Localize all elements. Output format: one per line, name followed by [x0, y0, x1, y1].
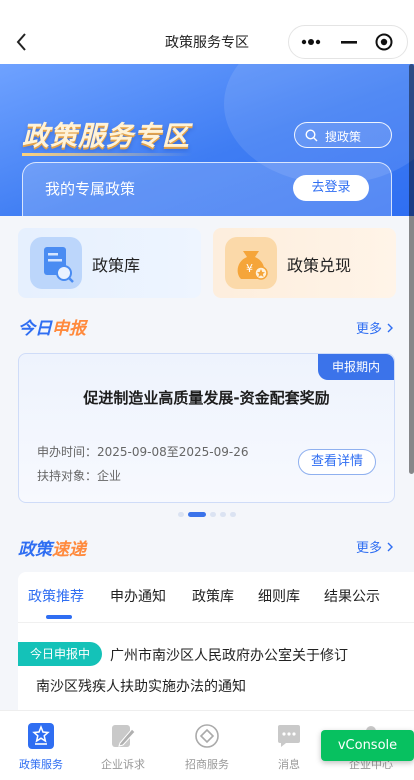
- today-apply-more-label: 更多: [355, 322, 382, 337]
- mini-program-capsule: [288, 25, 408, 59]
- today-apply-title: 今日申报: [18, 314, 86, 339]
- apply-card[interactable]: 申报期内 促进制造业高质量发展-资金配套奖励 申办时间：2025-09-08至2…: [18, 353, 395, 503]
- policy-express-more-label: 更多: [355, 541, 382, 556]
- page: 政策服务专区 政策服务专区 搜政策 我的专属政策 去登录 政策库 ¥ 政策兑现 …: [0, 0, 414, 780]
- carousel-dot[interactable]: [178, 512, 184, 517]
- policy-tab-panel: 政策推荐 申办通知 政策库 细则库 结果公示 今日申报中 广州市南沙区人民政府办…: [18, 572, 414, 712]
- chevron-right-icon: [387, 542, 393, 552]
- policy-redeem-card[interactable]: ¥ 政策兑现: [213, 228, 396, 298]
- tabbar-item-policy-service[interactable]: 政策服务: [0, 711, 82, 780]
- policy-library-label: 政策库: [92, 256, 141, 275]
- tabbar-label-enterprise-demand: 企业诉求: [101, 758, 145, 771]
- apply-target-row: 扶持对象：企业: [37, 467, 121, 484]
- tab-rules-library[interactable]: 细则库: [258, 586, 300, 606]
- login-button[interactable]: 去登录: [293, 175, 369, 201]
- policy-express-title-a: 政策: [18, 540, 52, 560]
- news-title-line-2[interactable]: 南沙区残疾人扶助实施办法的通知: [36, 676, 246, 696]
- tab-divider: [18, 622, 414, 623]
- tabbar-label-investment-service: 招商服务: [185, 758, 229, 771]
- hero-banner: 政策服务专区 搜政策 我的专属政策 去登录: [0, 64, 414, 216]
- svg-text:¥: ¥: [246, 262, 253, 275]
- today-apply-more-link[interactable]: 更多: [356, 318, 394, 337]
- apply-date-row: 申办时间：2025-09-08至2025-09-26: [37, 443, 249, 460]
- view-detail-button[interactable]: 查看详情: [298, 449, 376, 475]
- policy-express-title-b: 速递: [52, 540, 86, 560]
- my-policy-card: 我的专属政策 去登录: [22, 162, 392, 216]
- active-tab-indicator: [46, 615, 72, 619]
- news-status-tag: 今日申报中: [18, 642, 102, 666]
- search-placeholder: 搜政策: [325, 130, 362, 144]
- policy-service-icon: [28, 723, 54, 749]
- today-apply-title-b: 申报: [52, 319, 86, 339]
- navbar: 政策服务专区: [0, 0, 414, 64]
- apply-target-value: 企业: [97, 469, 122, 483]
- apply-target-label: 扶持对象：: [37, 469, 98, 483]
- policy-redeem-label: 政策兑现: [287, 256, 352, 275]
- close-icon[interactable]: [375, 33, 393, 51]
- tabbar-item-enterprise-demand[interactable]: 企业诉求: [82, 711, 164, 780]
- search-icon: [305, 129, 318, 142]
- scrollbar-thumb[interactable]: [409, 64, 414, 474]
- edit-icon: [112, 725, 136, 747]
- minimize-icon[interactable]: [341, 37, 357, 47]
- tabbar-item-investment-service[interactable]: 招商服务: [166, 711, 248, 780]
- tab-apply-notice[interactable]: 申办通知: [110, 586, 166, 606]
- tabbar-item-messages[interactable]: 消息: [248, 711, 330, 780]
- today-apply-title-a: 今日: [18, 319, 52, 339]
- carousel-dot[interactable]: [220, 512, 226, 517]
- carousel-dot[interactable]: [230, 512, 236, 517]
- tabbar-label-messages: 消息: [278, 758, 300, 771]
- policy-library-icon: [30, 237, 82, 289]
- policy-library-card[interactable]: 政策库: [18, 228, 201, 298]
- status-badge: 申报期内: [318, 354, 394, 380]
- carousel-dot[interactable]: [210, 512, 216, 517]
- apply-date-value: 2025-09-08至2025-09-26: [97, 445, 249, 459]
- vconsole-button[interactable]: vConsole: [321, 730, 414, 761]
- news-title-line-1[interactable]: 广州市南沙区人民政府办公室关于修订: [110, 645, 348, 665]
- tab-result-publicity[interactable]: 结果公示: [324, 586, 380, 606]
- tab-policy-recommend[interactable]: 政策推荐: [28, 586, 84, 606]
- money-bag-icon: ¥: [225, 237, 277, 289]
- carousel-indicator: [0, 512, 414, 518]
- policy-express-more-link[interactable]: 更多: [356, 537, 394, 556]
- policy-express-title: 政策速递: [18, 535, 86, 560]
- carousel-dot-active[interactable]: [188, 512, 206, 517]
- tabbar-label-policy-service: 政策服务: [19, 758, 63, 771]
- hero-title: 政策服务专区: [22, 121, 190, 152]
- more-icon[interactable]: [301, 36, 325, 48]
- my-policy-label: 我的专属政策: [45, 180, 136, 198]
- apply-card-title: 促进制造业高质量发展-资金配套奖励: [83, 389, 330, 407]
- apply-date-label: 申办时间：: [37, 445, 98, 459]
- chevron-right-icon: [387, 323, 393, 333]
- chat-icon: [278, 725, 300, 747]
- diamond-icon: [195, 724, 219, 748]
- tab-policy-library[interactable]: 政策库: [192, 586, 234, 606]
- hero-title-underline: [22, 153, 192, 156]
- policy-search-box[interactable]: 搜政策: [294, 122, 392, 148]
